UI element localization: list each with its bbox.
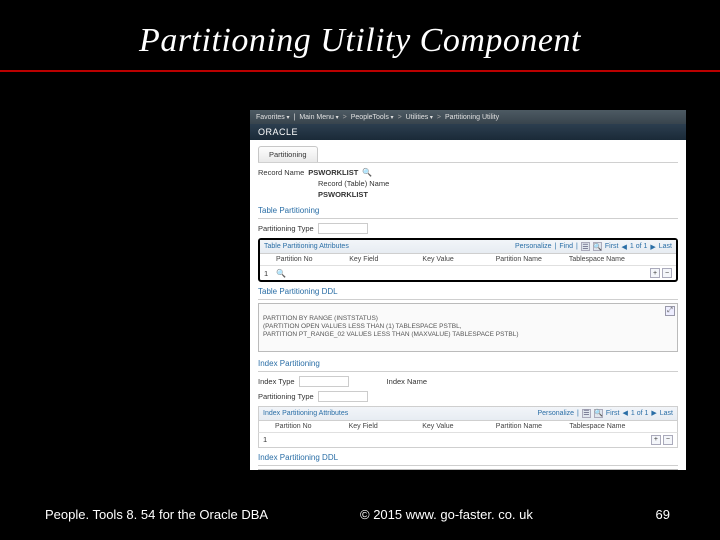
view-all-icon[interactable]: ☰: [582, 409, 591, 418]
expand-icon[interactable]: ⤢: [665, 306, 675, 316]
record-table-value: PSWORKLIST: [318, 190, 368, 199]
breadcrumb-favorites[interactable]: Favorites: [256, 114, 289, 121]
section-table-partitioning: Table Partitioning: [258, 203, 678, 219]
pager-text: 1 of 1: [630, 243, 648, 250]
brand-logo: ORACLE: [258, 127, 298, 137]
add-row-icon[interactable]: +: [650, 268, 660, 278]
find-link[interactable]: Find: [559, 243, 573, 250]
record-table-value-row: PSWORKLIST: [258, 190, 678, 199]
lookup-icon[interactable]: 🔍: [276, 268, 286, 278]
content-area: Partitioning Record Name PSWORKLIST 🔍 Re…: [250, 140, 686, 470]
record-name-label: Record Name: [258, 168, 304, 177]
breadcrumb-sep: >: [437, 114, 441, 121]
col-tablespace-name: Tablespace Name: [569, 423, 643, 430]
zoom-icon[interactable]: 🔍: [594, 409, 603, 418]
first-link[interactable]: First: [606, 410, 620, 417]
view-all-icon[interactable]: ☰: [581, 242, 590, 251]
breadcrumb-sep: |: [293, 114, 295, 121]
table-ddl-text: PARTITION BY RANGE (INSTSTATUS) (PARTITI…: [263, 315, 519, 338]
partitioning-type-row: Partitioning Type: [258, 223, 678, 234]
last-link[interactable]: Last: [660, 410, 673, 417]
partitioning-type-label: Partitioning Type: [258, 224, 314, 233]
table-ddl-textarea[interactable]: PARTITION BY RANGE (INSTSTATUS) (PARTITI…: [258, 303, 678, 352]
nav-next-icon[interactable]: ▶: [651, 409, 656, 417]
record-table-label: Record (Table) Name: [318, 179, 389, 188]
index-part-type-label: Partitioning Type: [258, 392, 314, 401]
add-row-icon[interactable]: +: [651, 435, 661, 445]
col-key-field: Key Field: [349, 256, 422, 263]
index-attrs-grid-header: Index Partitioning Attributes Personaliz…: [258, 406, 678, 421]
record-name-row: Record Name PSWORKLIST 🔍: [258, 167, 678, 177]
col-key-value: Key Value: [422, 423, 496, 430]
col-tablespace-name: Tablespace Name: [569, 256, 642, 263]
section-index-ddl: Index Partitioning DDL: [258, 450, 678, 466]
record-table-row: Record (Table) Name: [258, 179, 678, 188]
delete-row-icon[interactable]: −: [662, 268, 672, 278]
app-window: Favorites | Main Menu > PeopleTools > Ut…: [250, 110, 686, 470]
breadcrumb-main-menu[interactable]: Main Menu: [299, 114, 338, 121]
table-attrs-columns: Partition No Key Field Key Value Partiti…: [260, 254, 676, 266]
tab-divider: [258, 162, 678, 163]
row-number: 1: [264, 269, 276, 278]
first-link[interactable]: First: [605, 243, 619, 250]
last-link[interactable]: Last: [659, 243, 672, 250]
col-partition-name: Partition Name: [496, 423, 570, 430]
footer-center: © 2015 www. go-faster. co. uk: [360, 507, 533, 522]
personalize-link[interactable]: Personalize: [515, 243, 552, 250]
index-part-type-input[interactable]: [318, 391, 368, 402]
index-type-label: Index Type: [258, 377, 295, 386]
nav-next-icon[interactable]: ▶: [650, 243, 655, 251]
nav-prev-icon[interactable]: ◀: [621, 243, 626, 251]
col-partition-name: Partition Name: [496, 256, 569, 263]
breadcrumb-peopletools[interactable]: PeopleTools: [351, 114, 394, 121]
section-table-ddl: Table Partitioning DDL: [258, 284, 678, 300]
col-key-field: Key Field: [349, 423, 423, 430]
highlight-box: Table Partitioning Attributes Personaliz…: [258, 238, 678, 282]
index-type-row: Index Type Index Name: [258, 376, 678, 387]
row-number: 1: [263, 435, 275, 444]
index-attrs-title: Index Partitioning Attributes: [263, 410, 348, 417]
col-key-value: Key Value: [422, 256, 495, 263]
personalize-link[interactable]: Personalize: [537, 410, 574, 417]
nav-prev-icon[interactable]: ◀: [622, 409, 627, 417]
section-index-partitioning: Index Partitioning: [258, 356, 678, 372]
brand-bar: ORACLE: [250, 124, 686, 140]
breadcrumb-current: Partitioning Utility: [445, 114, 499, 121]
table-row: 1 🔍 + −: [260, 266, 676, 280]
title-underline: [0, 70, 720, 72]
breadcrumb: Favorites | Main Menu > PeopleTools > Ut…: [250, 110, 686, 124]
tab-partitioning[interactable]: Partitioning: [258, 146, 318, 162]
index-name-label: Index Name: [387, 377, 427, 386]
index-partitioning-type-row: Partitioning Type: [258, 391, 678, 402]
delete-row-icon[interactable]: −: [663, 435, 673, 445]
breadcrumb-sep: >: [343, 114, 347, 121]
index-attrs-columns: Partition No Key Field Key Value Partiti…: [258, 421, 678, 433]
footer-left: People. Tools 8. 54 for the Oracle DBA: [45, 507, 268, 522]
breadcrumb-utilities[interactable]: Utilities: [406, 114, 433, 121]
slide-title: Partitioning Utility Component: [0, 0, 720, 70]
table-attrs-title: Table Partitioning Attributes: [264, 243, 349, 250]
partitioning-type-input[interactable]: [318, 223, 368, 234]
footer-page-number: 69: [656, 507, 670, 522]
record-name-value: PSWORKLIST: [308, 168, 358, 177]
index-type-input[interactable]: [299, 376, 349, 387]
zoom-icon[interactable]: 🔍: [593, 242, 602, 251]
index-ddl-textarea[interactable]: CREATE INDEX ON PSWORKLIST () LOCAL TABL…: [258, 469, 678, 470]
col-partition-no: Partition No: [275, 423, 349, 430]
pager-text: 1 of 1: [631, 410, 649, 417]
table-row: 1 + −: [258, 433, 678, 448]
breadcrumb-sep: >: [398, 114, 402, 121]
col-partition-no: Partition No: [276, 256, 349, 263]
table-attrs-grid-header: Table Partitioning Attributes Personaliz…: [260, 240, 676, 254]
lookup-icon[interactable]: 🔍: [362, 167, 372, 177]
